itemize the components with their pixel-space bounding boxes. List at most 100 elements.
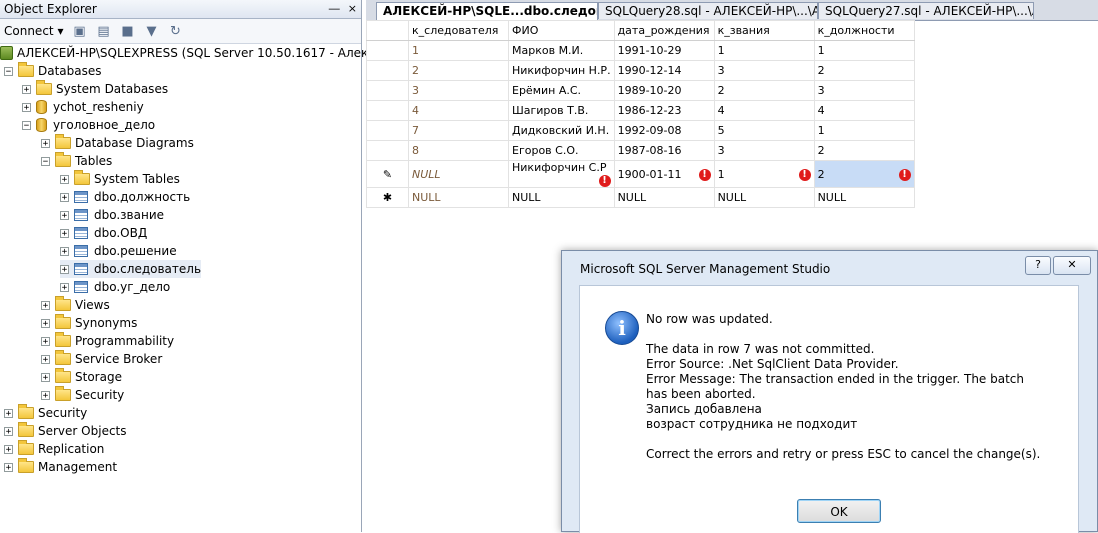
grid-cell[interactable]: NULL <box>813 187 915 208</box>
tab-table-editor[interactable]: АЛЕКСЕЙ-HP\SQLE...dbo.следователь <box>376 2 598 21</box>
tab-sqlquery27[interactable]: SQLQuery27.sql - АЛЕКСЕЙ-HP\...\А... <box>818 2 1034 19</box>
row-selector[interactable] <box>366 60 409 81</box>
tree-node[interactable]: АЛЕКСЕЙ-HP\SQLEXPRESS (SQL Server 10.50.… <box>0 44 411 62</box>
expand-icon[interactable]: + <box>41 372 50 382</box>
expand-icon[interactable]: + <box>22 84 31 94</box>
tree-node[interactable]: + Server Objects <box>4 422 127 440</box>
dialog-close-button[interactable]: ✕ <box>1053 256 1091 275</box>
grid-cell[interactable]: NULL <box>508 187 615 208</box>
tree-node[interactable]: + dbo.звание <box>60 206 164 224</box>
tree-node[interactable]: + System Databases <box>22 80 168 98</box>
tree-node[interactable]: + dbo.следователь <box>60 260 202 278</box>
grid-cell[interactable]: 2! <box>813 160 915 188</box>
expand-icon[interactable]: + <box>41 390 50 400</box>
grid-cell[interactable]: 3 <box>713 60 815 81</box>
grid-cell[interactable]: 1991-10-29 <box>613 40 715 61</box>
tree-node[interactable]: − Tables <box>41 152 112 170</box>
connect-button[interactable]: Connect ▾ <box>4 24 63 38</box>
help-button[interactable]: ? <box>1025 256 1051 275</box>
tree-node[interactable]: + System Tables <box>60 170 180 188</box>
grid-cell[interactable]: 2 <box>813 140 915 161</box>
expand-icon[interactable]: + <box>41 318 50 328</box>
row-selector[interactable] <box>366 100 409 121</box>
grid-cell[interactable]: NULL <box>408 160 509 188</box>
grid-cell[interactable]: 4 <box>713 100 815 121</box>
grid-cell[interactable]: 1987-08-16 <box>613 140 715 161</box>
row-selector[interactable] <box>366 140 409 161</box>
expand-icon[interactable]: + <box>60 192 69 202</box>
connect-object-icon[interactable]: ▣ <box>71 23 87 39</box>
table-row[interactable]: 4 Шагиров Т.В. 1986-12-23 4 4 <box>366 100 915 121</box>
tree-node[interactable]: + dbo.решение <box>60 242 177 260</box>
expand-icon[interactable]: + <box>41 300 50 310</box>
expand-icon[interactable]: + <box>60 174 69 184</box>
grid-cell[interactable]: 1990-12-14 <box>613 60 715 81</box>
collapse-icon[interactable]: − <box>4 66 13 76</box>
tree-node[interactable]: + dbo.ОВД <box>60 224 147 242</box>
tree-node[interactable]: + Programmability <box>41 332 174 350</box>
tree-node[interactable]: + dbo.должность <box>60 188 190 206</box>
grid-cell[interactable]: 5 <box>713 120 815 141</box>
grid-cell[interactable]: 3 <box>813 80 915 101</box>
tree-node[interactable]: + dbo.уг_дело <box>60 278 170 296</box>
grid-cell[interactable]: 1 <box>713 40 815 61</box>
stop-icon[interactable]: ■ <box>119 23 135 39</box>
grid-cell[interactable]: 1992-09-08 <box>613 120 715 141</box>
grid-cell[interactable]: 1989-10-20 <box>613 80 715 101</box>
grid-cell[interactable]: 3 <box>713 140 815 161</box>
column-header[interactable]: ФИО <box>508 20 615 41</box>
expand-icon[interactable]: + <box>4 426 13 436</box>
expand-icon[interactable]: + <box>60 228 69 238</box>
grid-cell[interactable]: 2 <box>713 80 815 101</box>
grid-cell[interactable]: 3 <box>408 80 509 101</box>
expand-icon[interactable]: + <box>60 264 69 274</box>
grid-cell[interactable]: 4 <box>408 100 509 121</box>
table-row[interactable]: 2 Никифорчин Н.Р. 1990-12-14 3 2 <box>366 60 915 81</box>
grid-cell[interactable]: 2 <box>813 60 915 81</box>
tree-node[interactable]: + Management <box>4 458 117 476</box>
column-header[interactable]: дата_рождения <box>613 20 715 41</box>
tree-node[interactable]: + Service Broker <box>41 350 162 368</box>
grid-cell[interactable]: 4 <box>813 100 915 121</box>
expand-icon[interactable]: + <box>60 282 69 292</box>
expand-icon[interactable]: + <box>4 462 13 472</box>
expand-icon[interactable]: + <box>60 246 69 256</box>
row-selector[interactable] <box>366 80 409 101</box>
table-row[interactable]: 7 Дидковский И.Н. 1992-09-08 5 1 <box>366 120 915 141</box>
tree-node[interactable]: + Replication <box>4 440 104 458</box>
ok-button[interactable]: OK <box>797 499 881 523</box>
grid-cell[interactable]: Дидковский И.Н. <box>508 120 615 141</box>
grid-cell[interactable]: 7 <box>408 120 509 141</box>
column-header[interactable]: к_следователя <box>408 20 509 41</box>
table-row[interactable]: 8 Егоров С.О. 1987-08-16 3 2 <box>366 140 915 161</box>
grid-cell[interactable]: 1 <box>813 40 915 61</box>
pencil-icon[interactable]: ✎ <box>366 160 409 188</box>
tree-node[interactable]: − Databases <box>4 62 102 80</box>
collapse-icon[interactable]: − <box>22 120 31 130</box>
table-row-editing[interactable]: ✎ NULL Никифорчин С.Р! 1900-01-11! 1! 2! <box>366 160 915 188</box>
grid-cell[interactable]: Никифорчин Н.Р. <box>508 60 615 81</box>
grid-cell[interactable]: 1900-01-11! <box>613 160 715 188</box>
tree-node[interactable]: + Storage <box>41 368 122 386</box>
grid-cell[interactable]: Егоров С.О. <box>508 140 615 161</box>
grid-cell[interactable]: Марков М.И. <box>508 40 615 61</box>
row-selector[interactable] <box>366 40 409 61</box>
expand-icon[interactable]: + <box>41 354 50 364</box>
collapse-icon[interactable]: − <box>41 156 50 166</box>
tree-node[interactable]: + Views <box>41 296 110 314</box>
grid-cell[interactable]: 1 <box>813 120 915 141</box>
close-icon[interactable]: × <box>348 0 357 18</box>
row-header-corner[interactable] <box>366 20 409 41</box>
expand-icon[interactable]: + <box>41 138 50 148</box>
grid-cell[interactable]: NULL <box>713 187 815 208</box>
pin-icon[interactable]: ― <box>329 0 340 18</box>
expand-icon[interactable]: + <box>41 336 50 346</box>
expand-icon[interactable]: + <box>60 210 69 220</box>
expand-icon[interactable]: + <box>22 102 31 112</box>
tree-node[interactable]: − уголовное_дело <box>22 116 155 134</box>
grid-cell[interactable]: Ерёмин А.С. <box>508 80 615 101</box>
filter-icon[interactable]: ▼ <box>143 23 159 39</box>
table-row[interactable]: 3 Ерёмин А.С. 1989-10-20 2 3 <box>366 80 915 101</box>
row-selector[interactable] <box>366 120 409 141</box>
new-row-icon[interactable]: ✱ <box>366 187 409 208</box>
